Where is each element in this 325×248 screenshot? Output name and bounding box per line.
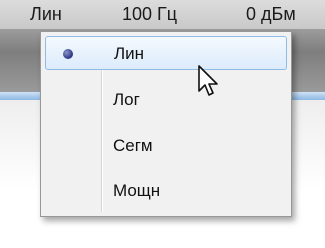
menu-item-log[interactable]: Лог xyxy=(45,83,287,117)
top-toolbar: Лин 100 Гц 0 дБм xyxy=(0,0,325,30)
menu-item-label: Лог xyxy=(113,90,140,109)
scale-dropdown-menu: Лин Лог Сегм Мощн xyxy=(40,31,292,217)
menu-item-label: Сегм xyxy=(113,136,153,155)
menu-item-label: Мощн xyxy=(113,181,161,200)
radio-dot-icon xyxy=(63,49,73,59)
level-value[interactable]: 0 дБм xyxy=(246,4,296,25)
menu-item-segm[interactable]: Сегм xyxy=(45,129,287,163)
menu-item-label: Лин xyxy=(114,44,145,63)
frequency-value[interactable]: 100 Гц xyxy=(122,4,177,25)
menu-item-lin[interactable]: Лин xyxy=(45,36,287,70)
scale-value[interactable]: Лин xyxy=(30,4,62,25)
arrow-cursor-icon xyxy=(198,65,218,96)
menu-item-moshn[interactable]: Мощн xyxy=(45,174,287,208)
